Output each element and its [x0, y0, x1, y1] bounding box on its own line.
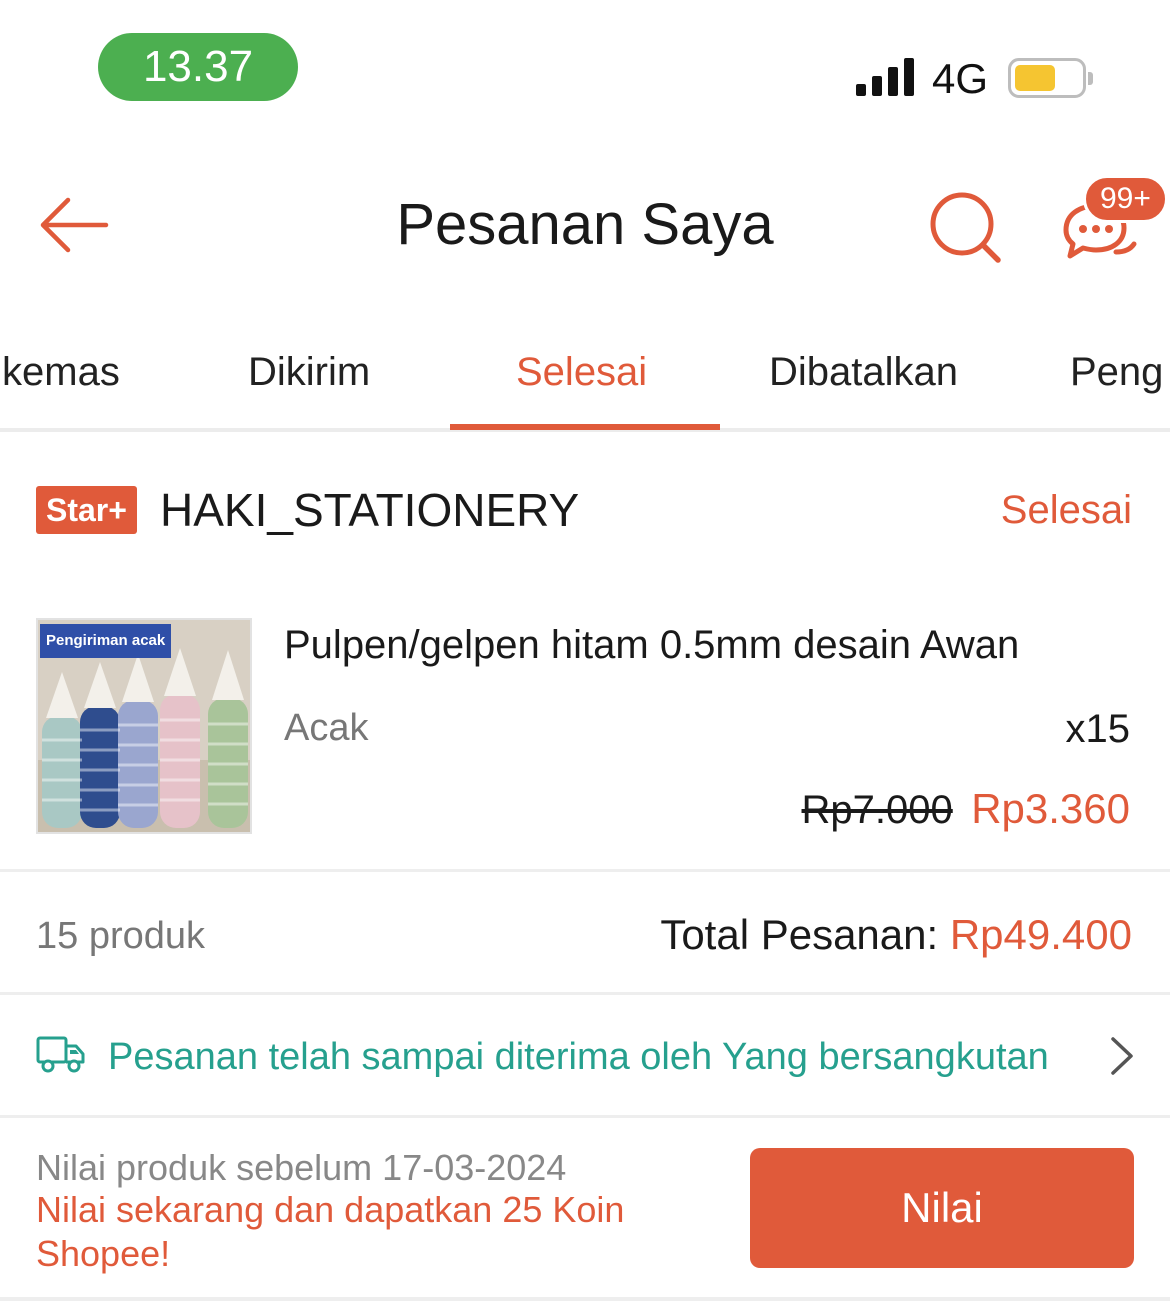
truck-icon	[36, 1036, 85, 1073]
tab-dikirim[interactable]: Dikirim	[248, 344, 370, 400]
tab-selesai[interactable]: Selesai	[516, 344, 647, 400]
order-total-row: 15 produk Total Pesanan: Rp49.400	[0, 875, 1170, 995]
shipping-status-text: Pesanan telah sampai diterima oleh Yang …	[108, 1036, 1049, 1078]
order-item[interactable]: Pengiriman acak Pulpen/gelpen hitam 0.5m…	[0, 600, 1170, 872]
battery-icon	[1008, 58, 1093, 98]
shop-name: HAKI_STATIONERY	[160, 484, 580, 536]
product-name: Pulpen/gelpen hitam 0.5mm desain Awan	[284, 623, 1020, 667]
order-total-amount: Rp49.400	[949, 911, 1132, 958]
search-icon	[930, 192, 1001, 263]
app-header: Pesanan Saya	[0, 150, 1170, 300]
star-plus-badge: Star+	[36, 486, 137, 534]
chevron-right-icon	[1111, 1037, 1133, 1075]
product-price-row: Rp7.000 Rp3.360	[802, 784, 1130, 835]
product-thumbnail: Pengiriman acak	[36, 618, 252, 834]
original-price: Rp7.000	[801, 788, 953, 832]
product-image-banner: Pengiriman acak	[40, 624, 172, 658]
order-status-label: Selesai	[1000, 488, 1132, 532]
chat-unread-badge: 99+	[1083, 175, 1168, 223]
rate-button[interactable]: Nilai	[750, 1148, 1134, 1268]
product-quantity: x15	[1065, 707, 1131, 751]
tab-pengembalian[interactable]: Peng	[1070, 344, 1163, 400]
item-count: 15 produk	[36, 915, 206, 957]
shop-header[interactable]: Star+ HAKI_STATIONERY Selesai	[0, 470, 1170, 550]
active-tab-indicator	[450, 424, 720, 430]
network-type: 4G	[932, 55, 989, 102]
tab-dikemas[interactable]: kemas	[2, 344, 120, 400]
product-variant: Acak	[284, 707, 369, 749]
search-button[interactable]	[928, 190, 1004, 266]
rating-deadline: Nilai produk sebelum 17-03-2024	[36, 1147, 567, 1188]
order-status-tabs: kemas Dikirim Selesai Dibatalkan Peng	[0, 320, 1170, 432]
tab-dibatalkan[interactable]: Dibatalkan	[769, 344, 958, 400]
rating-row: Nilai produk sebelum 17-03-2024 Nilai se…	[0, 1120, 1170, 1301]
rating-promo: Nilai sekarang dan dapatkan 25 Koin Shop…	[36, 1189, 625, 1274]
shipping-status-row[interactable]: Pesanan telah sampai diterima oleh Yang …	[0, 998, 1170, 1118]
order-total-label: Total Pesanan:	[660, 911, 950, 958]
order-total: Total Pesanan: Rp49.400	[660, 909, 1132, 961]
signal-icon	[856, 58, 916, 96]
status-bar: 13.37 4G	[0, 0, 1170, 130]
status-time: 13.37	[98, 33, 298, 101]
discounted-price: Rp3.360	[971, 785, 1130, 832]
